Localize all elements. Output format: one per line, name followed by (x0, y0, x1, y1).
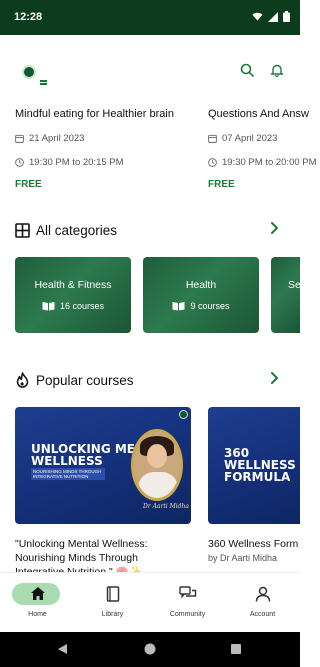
categories-header[interactable]: All categories (15, 220, 285, 240)
nav-home[interactable]: Home (0, 573, 75, 633)
book-open-icon (172, 302, 185, 311)
bottom-navigation: Home Library Community Account (0, 572, 300, 633)
signal-icon (268, 11, 278, 22)
nav-library[interactable]: Library (75, 573, 150, 633)
category-name: Health (185, 279, 217, 291)
event-date-row: 21 April 2023 (15, 133, 205, 144)
thumbnail-title-line: FORMULA (224, 470, 291, 484)
event-date: 21 April 2023 (29, 133, 85, 144)
course-title[interactable]: 360 Wellness Form (208, 537, 298, 551)
status-icons (252, 11, 290, 22)
popular-title: Popular courses (36, 372, 134, 388)
course-author: by Dr Aarti Midha (208, 553, 278, 563)
nav-community[interactable]: Community (150, 573, 225, 633)
back-icon[interactable] (57, 643, 68, 655)
thumbnail-title-line: 360 WELLNESS (224, 446, 296, 472)
thumbnail-subtitle: NOURISHING MINDS THROUGH INTEGRATIVE NUT… (31, 468, 105, 480)
clock-icon (15, 158, 24, 167)
event-price: FREE (208, 179, 235, 190)
category-name: Health & Fitness (34, 279, 112, 291)
nav-label: Home (28, 611, 47, 618)
event-time: 19:30 PM to 20:00 PM (222, 157, 317, 168)
wifi-icon (252, 12, 263, 21)
home-icon (30, 587, 45, 600)
nav-account[interactable]: Account (225, 573, 300, 633)
event-card[interactable]: Mindful eating for Healthier brain 21 Ap… (15, 108, 205, 190)
event-date: 07 April 2023 (222, 133, 278, 144)
popular-header[interactable]: Popular courses (15, 370, 285, 390)
person-icon (255, 586, 270, 602)
clock-icon (208, 158, 217, 167)
status-bar: 12:28 (0, 0, 300, 35)
category-count-row: 9 courses (143, 301, 259, 311)
course-title-line: "Unlocking Mental Wellness: (15, 538, 148, 550)
event-time-row: 19:30 PM to 20:00 PM (208, 157, 320, 168)
event-time: 19:30 PM to 20:15 PM (29, 157, 124, 168)
course-thumbnail[interactable]: UNLOCKING MENTAL WELLNESS NOURISHING MIN… (15, 407, 191, 524)
chevron-right-icon[interactable] (270, 221, 279, 235)
search-icon[interactable] (240, 63, 254, 77)
bell-icon[interactable] (270, 63, 284, 77)
calendar-icon (208, 134, 217, 143)
category-card[interactable]: Health & Fitness 16 courses (15, 257, 131, 333)
nav-label: Community (169, 611, 206, 618)
fire-icon (16, 372, 29, 388)
event-time-row: 19:30 PM to 20:15 PM (15, 157, 205, 168)
app-logo[interactable] (22, 65, 36, 79)
home-circle-icon[interactable] (144, 643, 156, 655)
course-title-line: Nourishing Minds Through (15, 552, 138, 564)
category-count: 16 courses (59, 301, 105, 311)
recents-icon[interactable] (231, 644, 241, 654)
book-open-icon (42, 302, 55, 311)
grid-icon (15, 222, 30, 238)
nav-label: Library (101, 611, 124, 618)
category-name: Se (288, 279, 300, 291)
chevron-right-icon[interactable] (270, 371, 279, 385)
system-navigation-bar (0, 632, 300, 667)
category-card[interactable]: Health 9 courses (143, 257, 259, 333)
event-card[interactable]: Questions And Answ 07 April 2023 19:30 P… (208, 108, 320, 190)
signature: Dr Aarti Midha (143, 503, 189, 510)
categories-title: All categories (36, 222, 118, 238)
event-title: Mindful eating for Healthier brain (15, 108, 174, 120)
instructor-photo (131, 429, 183, 501)
app-header (0, 35, 300, 105)
battery-icon (283, 11, 290, 22)
chat-icon (178, 586, 196, 599)
menu-icon[interactable] (40, 80, 47, 86)
category-count-row: 16 courses (15, 301, 131, 311)
event-date-row: 07 April 2023 (208, 133, 320, 144)
status-time: 12:28 (14, 11, 43, 23)
category-card[interactable]: Se (271, 257, 300, 333)
app-logo-badge (179, 410, 188, 419)
category-count: 9 courses (190, 301, 230, 311)
book-icon (106, 586, 119, 602)
nav-label: Account (249, 611, 276, 618)
course-thumbnail[interactable]: 360 WELLNESS FORMULA (208, 407, 300, 524)
calendar-icon (15, 134, 24, 143)
event-price: FREE (15, 179, 42, 190)
thumbnail-title: 360 WELLNESS FORMULA (224, 447, 300, 483)
event-title: Questions And Answ (208, 108, 309, 120)
